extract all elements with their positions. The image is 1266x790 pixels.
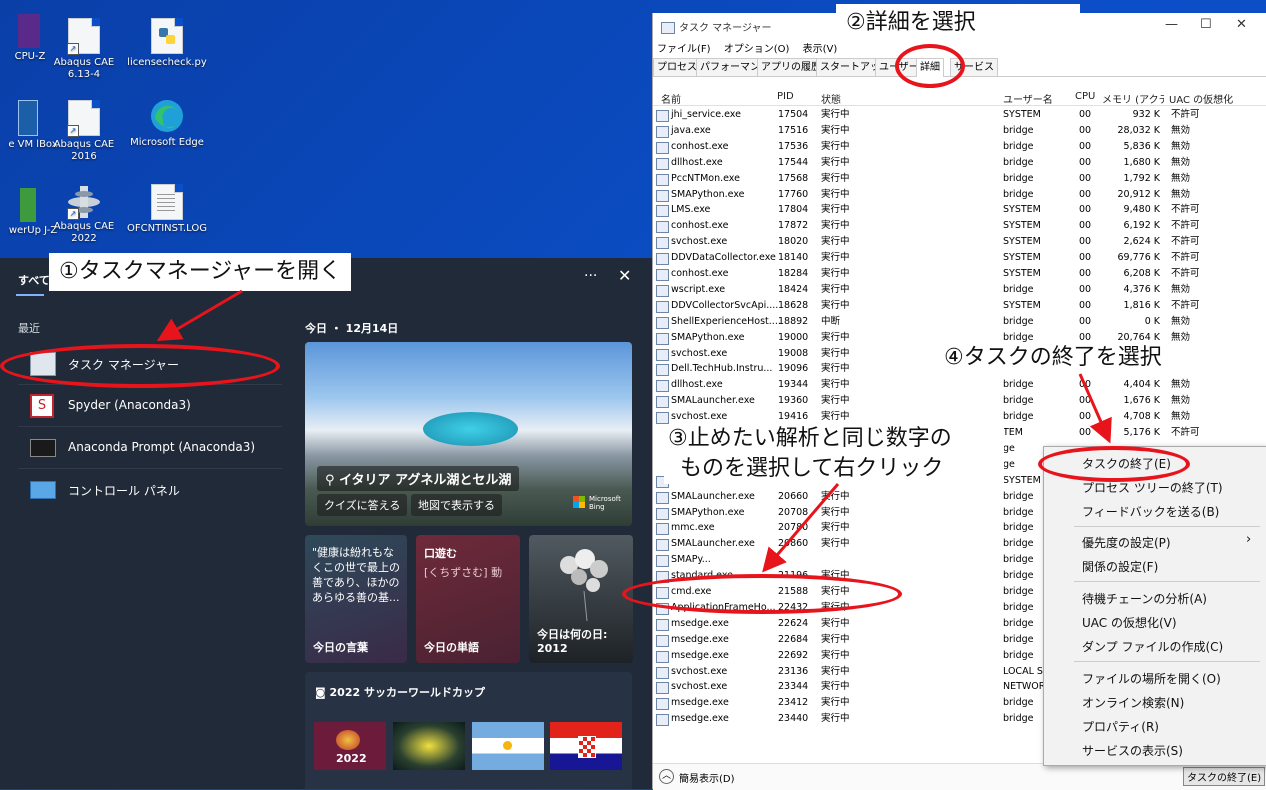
arrow-step3 <box>762 483 840 573</box>
arrow-step4 <box>1078 373 1112 444</box>
annotation-arrows <box>156 289 1112 573</box>
arrow-step1 <box>156 289 243 342</box>
